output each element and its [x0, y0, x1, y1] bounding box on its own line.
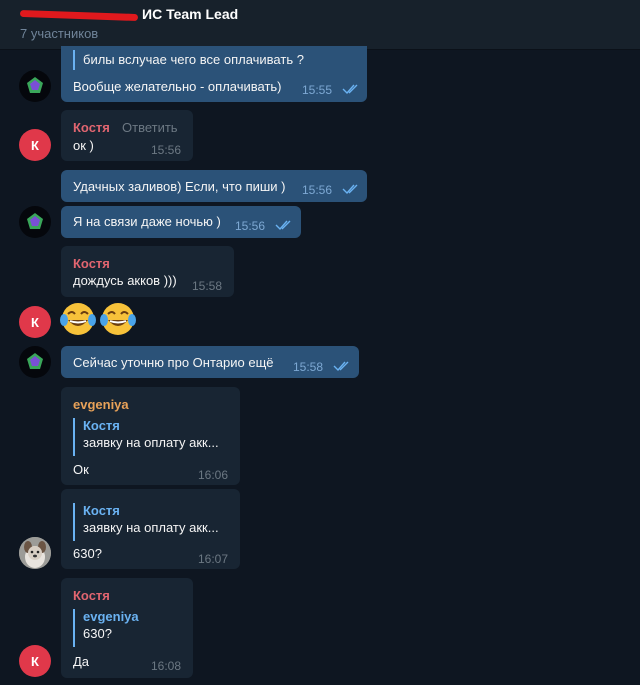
user-avatar[interactable]: [19, 346, 51, 378]
gem-logo-icon: [27, 77, 43, 93]
user-avatar[interactable]: К: [19, 129, 51, 161]
reply-button[interactable]: Ответить: [122, 120, 178, 135]
sender-name[interactable]: Костя: [73, 120, 110, 135]
tears-of-joy-emoji-icon: [60, 303, 136, 335]
message-time: 15:58: [293, 360, 324, 374]
message-text: Да: [73, 654, 90, 669]
avatar-initial: К: [31, 137, 39, 153]
message-bubble[interactable]: Удачных заливов) Если, что пиши ) 15:56: [61, 170, 367, 202]
redaction-mark: [19, 9, 139, 21]
double-check-icon: [333, 361, 349, 372]
quote-text: билы вслучае чего все оплачивать ?: [83, 52, 304, 67]
user-avatar[interactable]: [19, 70, 51, 102]
gem-logo-icon: [27, 213, 43, 229]
message-text: Вообще желательно - оплачивать): [73, 79, 282, 94]
message-bubble[interactable]: evgeniya Костя заявку на оплату акк... О…: [61, 387, 240, 485]
message-bubble[interactable]: Костя evgeniya 630? Да 16:08: [61, 578, 193, 678]
message-time: 15:55: [302, 83, 333, 97]
chat-header[interactable]: ИС Team Lead 7 участников: [0, 0, 640, 50]
reply-quote[interactable]: Костя заявку на оплату акк...: [73, 503, 219, 541]
message-text: Ок: [73, 462, 89, 477]
sender-name[interactable]: evgeniya: [73, 397, 129, 412]
reply-quote: билы вслучае чего все оплачивать ?: [73, 50, 304, 70]
message-bubble[interactable]: Костя заявку на оплату акк... 630? 16:07: [61, 489, 240, 569]
message-text: Удачных заливов) Если, что пиши ): [73, 179, 286, 194]
quote-text: заявку на оплату акк...: [83, 520, 219, 535]
message-time: 15:56: [151, 143, 182, 157]
user-avatar[interactable]: К: [19, 645, 51, 677]
quote-author: Костя: [83, 418, 120, 433]
member-count: 7 участников: [20, 26, 99, 41]
message-bubble[interactable]: билы вслучае чего все оплачивать ? Вообщ…: [61, 46, 367, 102]
message-bubble[interactable]: Костя Ответить ок ) 15:56: [61, 110, 193, 161]
reply-quote[interactable]: Костя заявку на оплату акк...: [73, 418, 219, 456]
quote-author: evgeniya: [83, 609, 139, 624]
message-bubble[interactable]: Сейчас уточню про Онтарио ещё 15:58: [61, 346, 359, 378]
gem-logo-icon: [27, 353, 43, 369]
message-bubble[interactable]: Я на связи даже ночью ) 15:56: [61, 206, 301, 238]
user-avatar[interactable]: [19, 537, 51, 569]
emoji-message[interactable]: [60, 300, 140, 338]
dog-photo-icon: [19, 537, 51, 569]
double-check-icon: [342, 184, 358, 195]
avatar-initial: К: [31, 314, 39, 330]
sender-name[interactable]: Костя: [73, 588, 110, 603]
message-text: дождусь акков ))): [73, 273, 177, 288]
double-check-icon: [342, 84, 358, 95]
user-avatar[interactable]: [19, 206, 51, 238]
user-avatar[interactable]: К: [19, 306, 51, 338]
avatar-initial: К: [31, 653, 39, 669]
message-text: ок ): [73, 138, 94, 153]
message-text: Сейчас уточню про Онтарио ещё: [73, 355, 274, 370]
quote-author: Костя: [83, 503, 120, 518]
message-time: 16:07: [198, 552, 229, 566]
message-time: 15:56: [235, 219, 266, 233]
message-bubble[interactable]: Костя дождусь акков ))) 15:58: [61, 246, 234, 297]
message-time: 16:08: [151, 659, 182, 673]
message-text: 630?: [73, 546, 102, 561]
double-check-icon: [275, 220, 291, 231]
message-time: 15:56: [302, 183, 333, 197]
message-text: Я на связи даже ночью ): [73, 214, 221, 229]
sender-name[interactable]: Костя: [73, 256, 110, 271]
quote-text: заявку на оплату акк...: [83, 435, 219, 450]
quote-text: 630?: [83, 626, 112, 641]
message-time: 16:06: [198, 468, 229, 482]
message-time: 15:58: [192, 279, 223, 293]
reply-quote[interactable]: evgeniya 630?: [73, 609, 139, 647]
chat-title: ИС Team Lead: [19, 6, 238, 22]
